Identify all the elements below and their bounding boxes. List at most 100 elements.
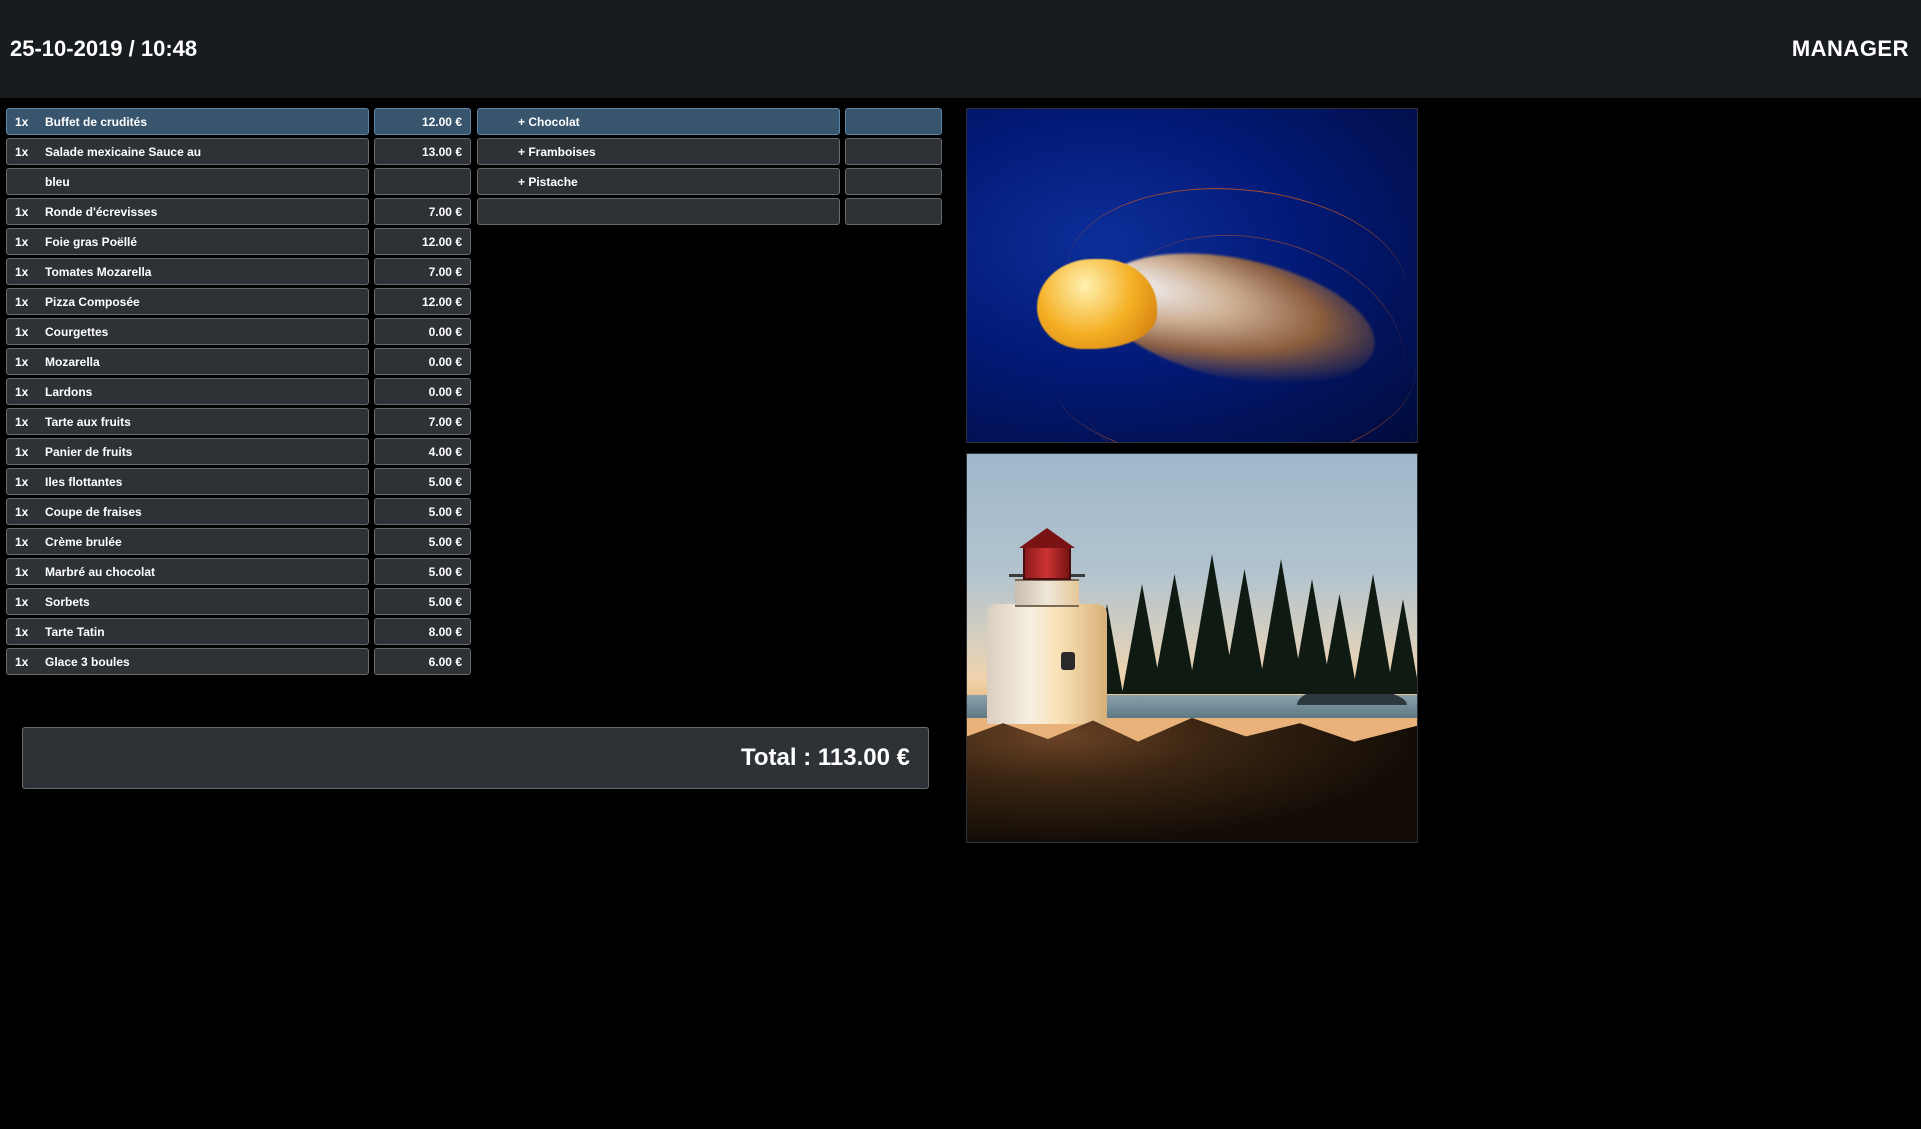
order-item-label: Courgettes [45,325,360,339]
order-item-name[interactable]: 1xSorbets [6,588,369,615]
order-item-label: Sorbets [45,595,360,609]
order-item-price[interactable]: 7.00 € [374,198,471,225]
order-item-name[interactable]: 1x Salade mexicaine Sauce au [6,138,369,165]
order-item-name[interactable]: 1xMozarella [6,348,369,375]
order-item-qty: 1x [15,385,29,399]
order-item-price[interactable]: 7.00 € [374,408,471,435]
topbar: 25-10-2019 / 10:48 MANAGER [0,0,1921,98]
order-item-label: Tarte Tatin [45,625,360,639]
order-item-name[interactable]: 1x Courgettes [6,318,369,345]
order-item-qty: 1x [15,625,29,639]
order-item-name[interactable]: 1x Marbré au chocolat [6,558,369,585]
order-row[interactable]: 1xBuffet de crudités12.00 € [6,108,471,135]
options-list: + Chocolat + Framboises + Pistache [477,108,942,228]
order-row[interactable]: 1xRonde d'écrevisses7.00 € [6,198,471,225]
total-label: Total : 113.00 € [741,744,910,772]
order-item-label: bleu [45,175,360,189]
order-row[interactable]: 1xCoupe de fraises5.00 € [6,498,471,525]
order-item-price[interactable]: 5.00 € [374,528,471,555]
order-item-qty: 1x [15,325,29,339]
order-item-price[interactable]: 8.00 € [374,618,471,645]
order-item-name[interactable]: 1xLardons [6,378,369,405]
order-item-qty: 1x [15,145,29,159]
order-item-price[interactable]: 0.00 € [374,318,471,345]
order-item-name[interactable]: 1x Crème brulée [6,528,369,555]
order-row[interactable]: 1x Marbré au chocolat 5.00 € [6,558,471,585]
order-item-qty: 1x [15,655,29,669]
option-row[interactable]: + Chocolat [477,108,942,135]
order-item-qty: 1x [15,445,29,459]
order-row[interactable]: 1xLardons0.00 € [6,378,471,405]
order-item-name[interactable]: 1x Tomates Mozarella [6,258,369,285]
product-image-2 [966,453,1418,843]
order-item-name[interactable]: 1x Tarte Tatin [6,618,369,645]
order-item-price[interactable]: 12.00 € [374,288,471,315]
order-row[interactable]: 1x Crème brulée 5.00 € [6,528,471,555]
option-name[interactable]: + Pistache [477,168,840,195]
order-item-price[interactable]: 7.00 € [374,258,471,285]
order-item-label: Tomates Mozarella [45,265,360,279]
order-row[interactable]: 1xPizza Composée12.00 € [6,288,471,315]
option-name[interactable]: + Chocolat [477,108,840,135]
order-row[interactable]: 1xTarte aux fruits7.00 € [6,408,471,435]
order-row[interactable]: 1xMozarella0.00 € [6,348,471,375]
order-row[interactable]: bleu [6,168,471,195]
option-price[interactable] [845,138,942,165]
order-row[interactable]: 1x Courgettes 0.00 € [6,318,471,345]
role-label: MANAGER [1792,36,1909,62]
order-item-price[interactable] [374,168,471,195]
option-name[interactable] [477,198,840,225]
order-item-label: Pizza Composée [45,295,360,309]
order-item-name[interactable]: bleu [6,168,369,195]
order-row[interactable]: 1x Salade mexicaine Sauce au 13.00 € [6,138,471,165]
order-item-name[interactable]: 1x Glace 3 boules [6,648,369,675]
order-item-price[interactable]: 0.00 € [374,378,471,405]
order-item-price[interactable]: 5.00 € [374,588,471,615]
order-item-qty: 1x [15,565,29,579]
order-item-name[interactable]: 1xBuffet de crudités [6,108,369,135]
order-item-name[interactable]: 1xFoie gras Poëllé [6,228,369,255]
order-item-price[interactable]: 4.00 € [374,438,471,465]
option-price[interactable] [845,108,942,135]
order-item-qty: 1x [15,355,29,369]
order-item-qty: 1x [15,475,29,489]
order-item-name[interactable]: 1xPizza Composée [6,288,369,315]
order-row[interactable]: 1xFoie gras Poëllé12.00 € [6,228,471,255]
option-price[interactable] [845,198,942,225]
order-item-label: Iles flottantes [45,475,360,489]
option-row[interactable]: + Pistache [477,168,942,195]
option-name[interactable]: + Framboises [477,138,840,165]
order-item-price[interactable]: 5.00 € [374,468,471,495]
order-item-price[interactable]: 6.00 € [374,648,471,675]
order-item-qty: 1x [15,505,29,519]
order-row[interactable]: 1x Glace 3 boules 6.00 € [6,648,471,675]
option-price[interactable] [845,168,942,195]
order-row[interactable]: 1x Iles flottantes 5.00 € [6,468,471,495]
order-item-name[interactable]: 1xPanier de fruits [6,438,369,465]
option-row[interactable]: + Framboises [477,138,942,165]
order-row[interactable]: 1x Tarte Tatin 8.00 € [6,618,471,645]
order-item-label: Salade mexicaine Sauce au [45,145,360,159]
order-item-name[interactable]: 1xRonde d'écrevisses [6,198,369,225]
order-item-price[interactable]: 12.00 € [374,228,471,255]
order-item-name[interactable]: 1xTarte aux fruits [6,408,369,435]
order-row[interactable]: 1xSorbets5.00 € [6,588,471,615]
order-item-price[interactable]: 5.00 € [374,558,471,585]
order-item-price[interactable]: 5.00 € [374,498,471,525]
option-row[interactable] [477,198,942,225]
order-row[interactable]: 1xPanier de fruits4.00 € [6,438,471,465]
order-item-price[interactable]: 12.00 € [374,108,471,135]
order-item-qty: 1x [15,265,29,279]
order-item-name[interactable]: 1x Iles flottantes [6,468,369,495]
order-item-qty: 1x [15,535,29,549]
order-item-qty: 1x [15,115,29,129]
order-row[interactable]: 1x Tomates Mozarella 7.00 € [6,258,471,285]
order-item-price[interactable]: 0.00 € [374,348,471,375]
order-item-label: Ronde d'écrevisses [45,205,360,219]
order-item-label: Marbré au chocolat [45,565,360,579]
image-panel [948,108,1915,843]
order-item-label: Glace 3 boules [45,655,360,669]
order-item-label: Crème brulée [45,535,360,549]
order-item-name[interactable]: 1xCoupe de fraises [6,498,369,525]
order-item-price[interactable]: 13.00 € [374,138,471,165]
